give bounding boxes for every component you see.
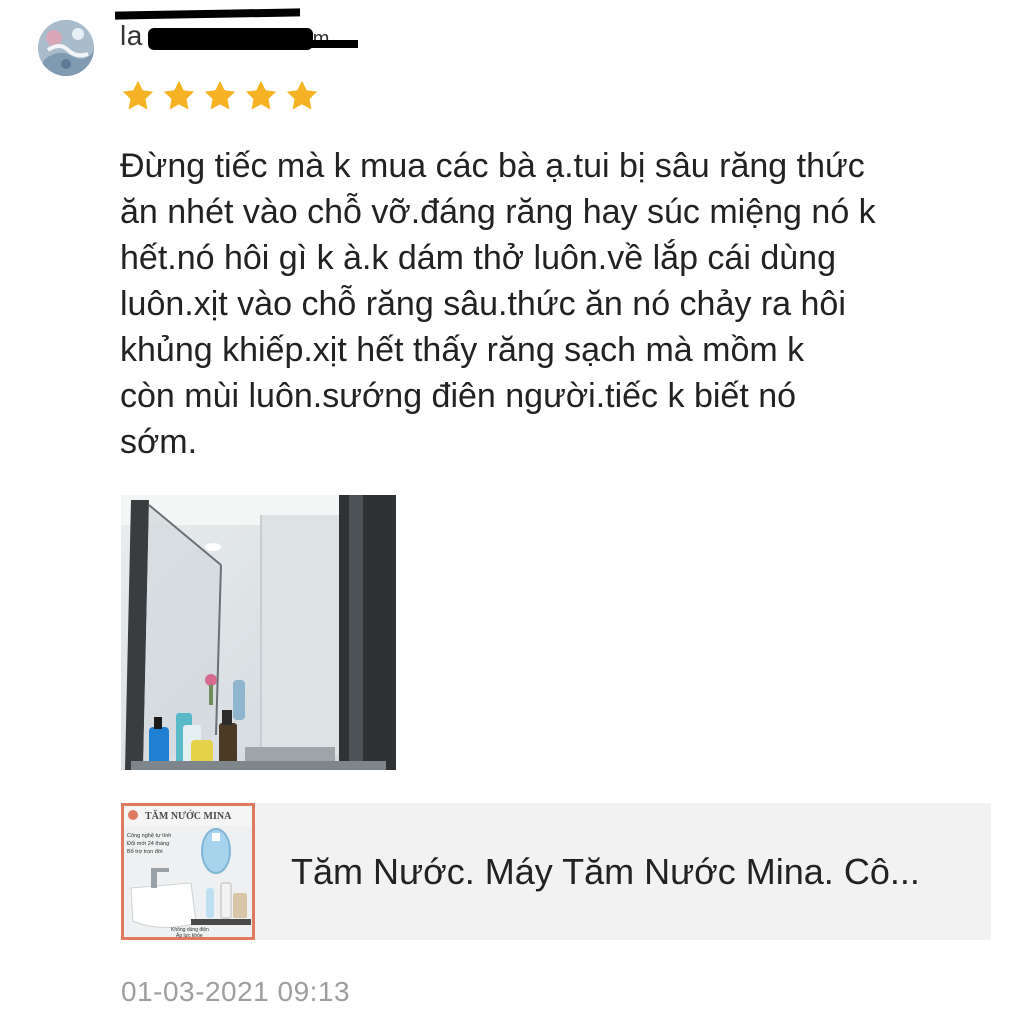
star-icon: [286, 80, 318, 110]
star-icon: [163, 80, 195, 110]
product-thumbnail: TĂM NƯỚC MINA Công nghệ tự tính Đổi mới …: [121, 803, 255, 940]
redaction-bar-top: [114, 8, 301, 20]
star-icon: [245, 80, 277, 110]
thumb-footer-2: Áp lực khỏe: [176, 932, 203, 939]
star-icon: [204, 80, 236, 110]
product-card[interactable]: TĂM NƯỚC MINA Công nghệ tự tính Đổi mới …: [121, 803, 991, 940]
review-page: la m Đừng tiếc mà k mua các bà ạ.tui bị s…: [0, 0, 1024, 1024]
review-photo[interactable]: [121, 495, 396, 770]
thumb-line-2: Đổi mới 24 tháng: [127, 840, 169, 847]
review-text: Đừng tiếc mà k mua các bà ạ.tui bị sâu r…: [120, 147, 876, 461]
thumb-line-1: Công nghệ tự tính: [127, 833, 171, 839]
user-avatar-icon: [38, 20, 94, 76]
redaction-bar-main: [148, 28, 313, 50]
product-title: Tăm Nước. Máy Tăm Nước Mina. Cô...: [291, 851, 920, 892]
redaction-bar-tail: [300, 40, 358, 48]
review-timestamp: 01-03-2021 09:13: [121, 976, 351, 1007]
product-thumbnail-image: TĂM NƯỚC MINA Công nghệ tự tính Đổi mới …: [121, 803, 255, 940]
star-icon: [122, 80, 154, 110]
thumb-line-3: Bổ trợ trọn đời: [127, 848, 163, 855]
rating-stars: [120, 78, 320, 114]
thumb-brand: TĂM NƯỚC MINA: [145, 810, 232, 822]
user-avatar[interactable]: [38, 20, 94, 76]
bathroom-photo: [121, 495, 396, 770]
username-visible: la: [120, 20, 143, 51]
